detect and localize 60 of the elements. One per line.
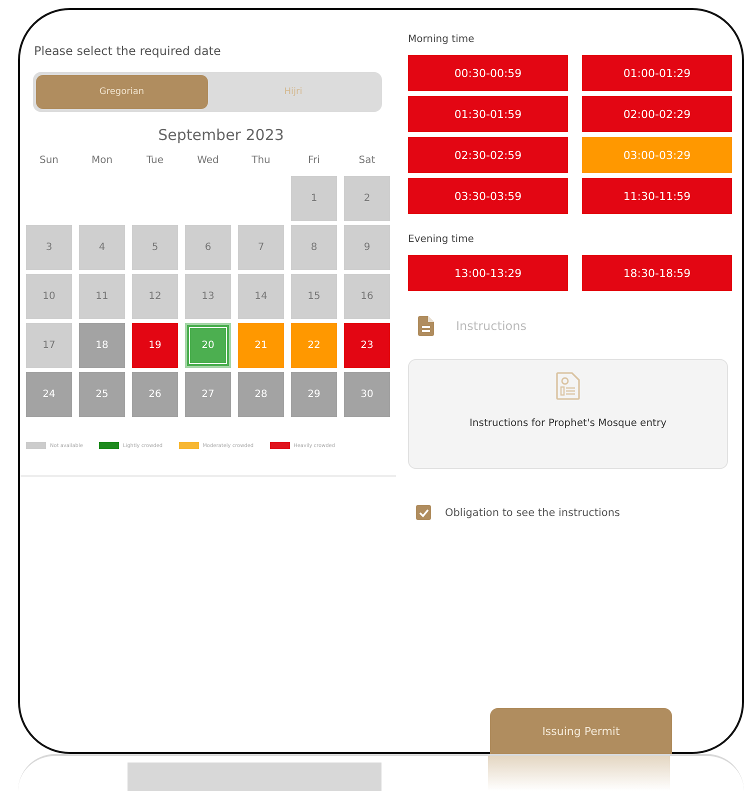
weekday-label: Thu [250, 154, 272, 168]
day-cell[interactable]: 27 [185, 372, 231, 417]
day-cell[interactable]: 11 [79, 274, 125, 319]
time-slot[interactable]: 02:30-02:59 [408, 137, 568, 173]
day-cell[interactable]: 30 [344, 372, 390, 417]
weekday-label: Sun [38, 154, 60, 168]
day-cell[interactable]: 2 [344, 176, 390, 221]
time-slot[interactable]: 18:30-18:59 [582, 255, 732, 291]
card-text: Instructions for Prophet's Mosque entry [469, 418, 666, 429]
calendar-tab[interactable]: Gregorian [36, 75, 208, 109]
time-slot[interactable]: 00:30-00:59 [408, 55, 568, 91]
day-cell[interactable]: 3 [26, 225, 72, 270]
day-cell[interactable]: 20 [185, 323, 231, 368]
day-cell[interactable]: 6 [185, 225, 231, 270]
date-prompt: Please select the required date [34, 44, 222, 58]
day-cell[interactable]: 17 [26, 323, 72, 368]
instructions-card[interactable]: Instructions for Prophet's Mosque entry [408, 359, 728, 469]
document-icon [556, 372, 580, 400]
day-cell[interactable]: 15 [291, 274, 337, 319]
time-slot[interactable]: 01:00-01:29 [582, 55, 732, 91]
day-cell[interactable]: 5 [132, 225, 178, 270]
weekday-label: Tue [145, 154, 165, 168]
day-cell[interactable]: 7 [238, 225, 284, 270]
day-cell[interactable]: 9 [344, 225, 390, 270]
day-cell[interactable]: 1 [291, 176, 337, 221]
day-cell[interactable]: 22 [291, 323, 337, 368]
day-cell[interactable]: 8 [291, 225, 337, 270]
day-cell[interactable]: 29 [291, 372, 337, 417]
time-slot[interactable]: 02:00-02:29 [582, 96, 732, 132]
day-cell[interactable]: 16 [344, 274, 390, 319]
checkbox[interactable] [416, 505, 431, 520]
issuing-permit-button[interactable]: Issuing Permit [490, 708, 672, 754]
day-cell[interactable]: 25 [79, 372, 125, 417]
weekday-label: Fri [307, 154, 321, 168]
day-cell[interactable]: 18 [79, 323, 125, 368]
day-cell[interactable]: 12 [132, 274, 178, 319]
day-cell[interactable]: 19 [132, 323, 178, 368]
day-cell[interactable]: 28 [238, 372, 284, 417]
time-slot[interactable]: 03:00-03:29 [582, 137, 732, 173]
day-cell[interactable]: 14 [238, 274, 284, 319]
day-cell[interactable]: 10 [26, 274, 72, 319]
day-cell[interactable]: 21 [238, 323, 284, 368]
day-cell[interactable]: 23 [344, 323, 390, 368]
day-cell[interactable]: 13 [185, 274, 231, 319]
day-cell[interactable]: 26 [132, 372, 178, 417]
time-slot[interactable]: 01:30-01:59 [408, 96, 568, 132]
time-slot[interactable]: 11:30-11:59 [582, 178, 732, 214]
weekday-label: Wed [196, 154, 220, 168]
section-title: Morning time [408, 34, 476, 45]
month-title: September 2023 [157, 126, 285, 144]
weekday-label: Sat [358, 154, 376, 168]
day-cell[interactable]: 4 [79, 225, 125, 270]
day-cell[interactable]: 24 [26, 372, 72, 417]
obligation-label: Obligation to see the instructions [445, 506, 620, 518]
section-title: Evening time [408, 234, 475, 245]
instructions-heading: Instructions [456, 319, 526, 333]
time-slot[interactable]: 13:00-13:29 [408, 255, 568, 291]
document-icon [418, 316, 434, 336]
time-slot[interactable]: 03:30-03:59 [408, 178, 568, 214]
weekday-label: Mon [90, 154, 114, 168]
